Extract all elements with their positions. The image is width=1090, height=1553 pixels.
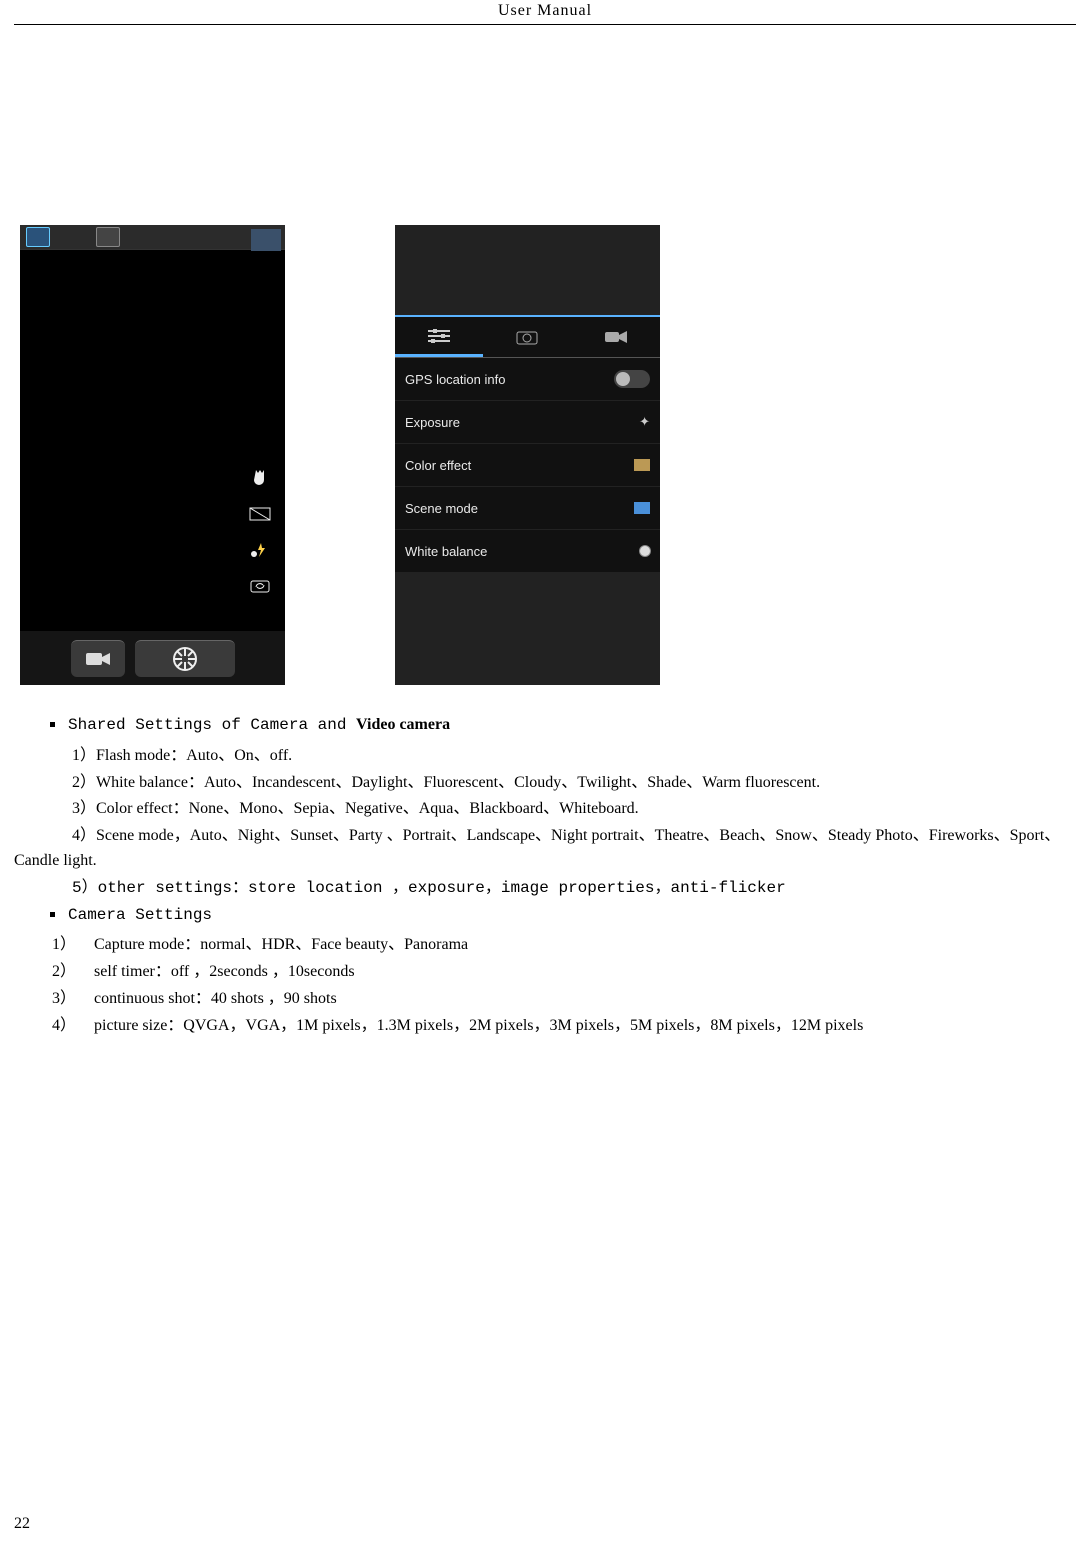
settings-row-label: GPS location info	[405, 372, 505, 387]
hdr-icon	[249, 505, 271, 523]
scene-icon	[634, 502, 650, 514]
preview-thumb	[251, 229, 281, 251]
page-number: 22	[14, 1515, 30, 1533]
settings-row-coloreffect[interactable]: Color effect	[395, 444, 660, 487]
shared-item-1: 1）Flash mode：Auto、On、off.	[52, 744, 1076, 769]
whitebalance-icon	[640, 546, 650, 556]
camera-item-4: 4） picture size：QVGA，VGA，1M pixels，1.3M …	[52, 1014, 1076, 1039]
shared-item-4: 4）Scene mode，Auto、Night、Sunset、Party 、Po…	[14, 824, 1076, 874]
thumbnail-b	[96, 227, 120, 247]
camera-item-3: 3） continuous shot：40 shots ，90 shots	[52, 987, 1076, 1012]
coloreffect-icon	[634, 459, 650, 471]
switch-camera-icon	[249, 577, 271, 595]
settings-row-exposure[interactable]: Exposure ✦	[395, 401, 660, 444]
settings-row-label: White balance	[405, 544, 487, 559]
page-header: User Manual	[0, 0, 1090, 20]
shared-item-3: 3）Color effect：None、Mono、Sepia、Negative、…	[52, 797, 1076, 822]
screenshot-camera-settings: GPS location info Exposure ✦ Color effec…	[395, 225, 660, 685]
settings-row-whitebalance[interactable]: White balance	[395, 530, 660, 573]
exposure-icon: ✦	[639, 414, 650, 430]
shared-item-2: 2）White balance：Auto、Incandescent、Daylig…	[52, 771, 1076, 796]
settings-tab-camera[interactable]	[483, 317, 571, 357]
settings-row-label: Scene mode	[405, 501, 478, 516]
settings-row-gps[interactable]: GPS location info	[395, 358, 660, 401]
flash-icon	[249, 541, 271, 559]
camera-item-1: 1） Capture mode：normal、HDR、Face beauty、P…	[52, 933, 1076, 958]
video-record-button[interactable]	[71, 640, 125, 677]
settings-row-scene[interactable]: Scene mode	[395, 487, 660, 530]
toggle-off-icon[interactable]	[614, 370, 650, 388]
settings-row-label: Color effect	[405, 458, 471, 473]
settings-tab-video[interactable]	[572, 317, 660, 357]
shared-item-5: 5）other settings：store location ，exposur…	[52, 876, 1076, 901]
heading-camera-settings: Camera Settings	[52, 903, 1076, 928]
heading-shared-settings: Shared Settings of Camera and Video came…	[52, 713, 1076, 738]
thumbnail-a	[26, 227, 50, 247]
settings-tab-general[interactable]	[395, 317, 483, 357]
hand-icon	[249, 469, 271, 487]
camera-item-2: 2） self timer：off ，2seconds ，10seconds	[52, 960, 1076, 985]
settings-row-label: Exposure	[405, 415, 460, 430]
screenshot-camera-main	[20, 225, 285, 685]
shutter-button[interactable]	[135, 640, 235, 677]
